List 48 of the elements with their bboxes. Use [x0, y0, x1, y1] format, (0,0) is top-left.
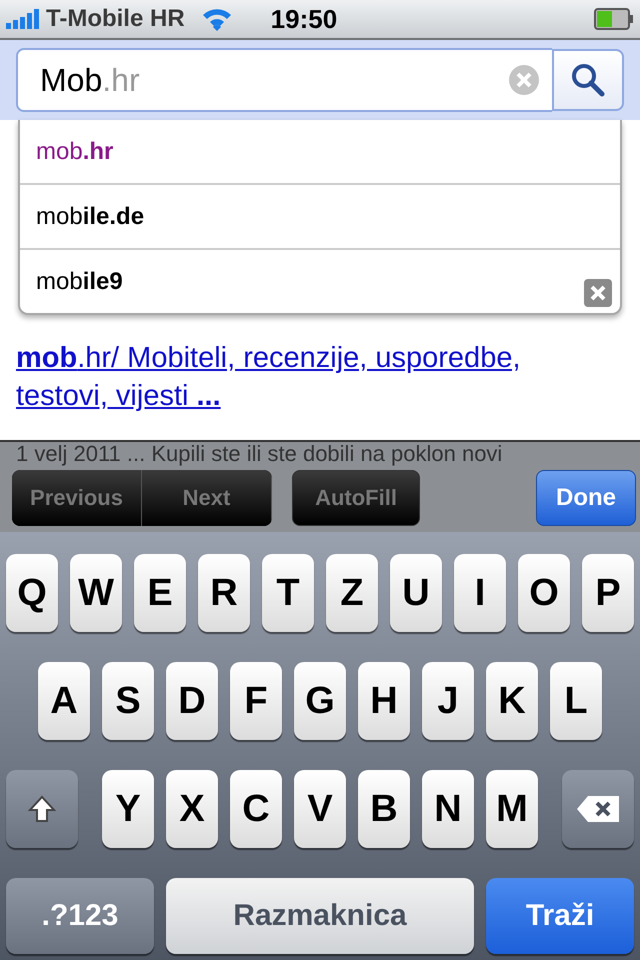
- search-button[interactable]: [552, 49, 624, 111]
- letter-key[interactable]: H: [358, 662, 410, 740]
- suggestion-item[interactable]: mobile9: [20, 250, 620, 313]
- letter-key[interactable]: B: [358, 770, 410, 848]
- search-key[interactable]: Traži: [486, 878, 634, 954]
- letter-key[interactable]: V: [294, 770, 346, 848]
- letter-key[interactable]: L: [550, 662, 602, 740]
- clock-time: 19:50: [270, 4, 338, 34]
- letter-key[interactable]: I: [454, 554, 506, 632]
- shift-key[interactable]: [6, 770, 78, 848]
- letter-key[interactable]: M: [486, 770, 538, 848]
- done-button[interactable]: Done: [536, 470, 636, 526]
- letter-key[interactable]: N: [422, 770, 474, 848]
- search-icon: [570, 62, 606, 98]
- letter-key[interactable]: X: [166, 770, 218, 848]
- search-field[interactable]: Mob.hr: [16, 48, 552, 112]
- wifi-icon: [200, 7, 233, 31]
- letter-key[interactable]: D: [166, 662, 218, 740]
- letter-key[interactable]: Z: [326, 554, 378, 632]
- letter-key[interactable]: K: [486, 662, 538, 740]
- letter-key[interactable]: F: [230, 662, 282, 740]
- close-icon[interactable]: [584, 279, 612, 307]
- result-link[interactable]: mob.hr/ Mobiteli, recenzije, usporedbe, testovi, vijesti ...: [16, 339, 596, 415]
- signal-icon: [6, 9, 42, 29]
- suggestion-item[interactable]: mobile.de: [20, 185, 620, 250]
- suggestion-item[interactable]: mob.hr: [20, 120, 620, 185]
- carrier-name: T-Mobile HR: [46, 5, 185, 33]
- letter-key[interactable]: W: [70, 554, 122, 632]
- battery-icon: [594, 8, 634, 30]
- letter-key[interactable]: Y: [102, 770, 154, 848]
- letter-key[interactable]: J: [422, 662, 474, 740]
- letter-key[interactable]: R: [198, 554, 250, 632]
- letter-key[interactable]: O: [518, 554, 570, 632]
- letter-key[interactable]: P: [582, 554, 634, 632]
- letter-key[interactable]: E: [134, 554, 186, 632]
- letter-key[interactable]: A: [38, 662, 90, 740]
- letter-key[interactable]: U: [390, 554, 442, 632]
- result-snippet: 1 velj 2011 ... Kupili ste ili ste dobili na poklon novi: [15, 442, 504, 466]
- letter-key[interactable]: Q: [6, 554, 58, 632]
- letter-key[interactable]: C: [230, 770, 282, 848]
- letter-key[interactable]: G: [294, 662, 346, 740]
- delete-key[interactable]: [562, 770, 634, 848]
- backspace-icon: [576, 795, 620, 823]
- letter-key[interactable]: S: [102, 662, 154, 740]
- numbers-key[interactable]: .?123: [6, 878, 154, 954]
- space-key[interactable]: Razmaknica: [166, 878, 474, 954]
- shift-icon: [27, 794, 57, 824]
- letter-key[interactable]: T: [262, 554, 314, 632]
